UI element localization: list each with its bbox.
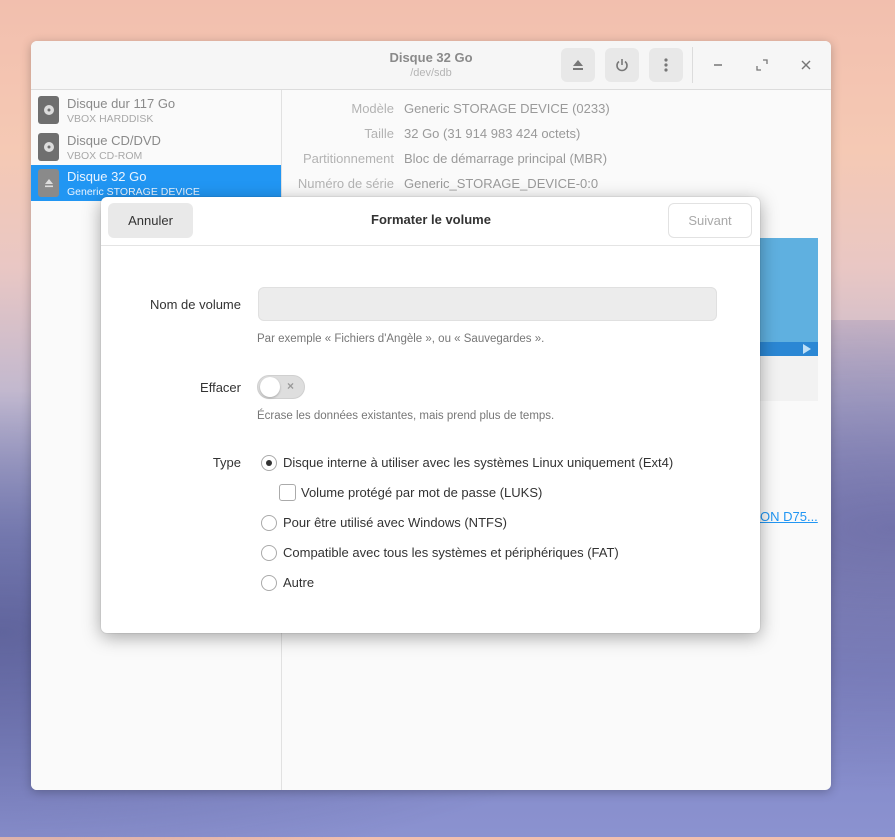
- drive-item-harddisk[interactable]: Disque dur 117 Go VBOX HARDDISK: [31, 92, 281, 128]
- dialog-title: Formater le volume: [371, 212, 491, 227]
- erase-label: Effacer: [200, 380, 241, 395]
- radio-ntfs[interactable]: [261, 515, 277, 531]
- drive-name: Disque 32 Go: [67, 169, 147, 184]
- minimize-button[interactable]: [706, 53, 730, 77]
- window-title: Disque 32 Go: [389, 50, 473, 65]
- erase-hint: Écrase les données existantes, mais pren…: [257, 410, 555, 422]
- power-icon: [616, 59, 628, 72]
- removable-drive-icon: [38, 169, 59, 197]
- drive-item-cdrom[interactable]: Disque CD/DVD VBOX CD-ROM: [31, 129, 281, 165]
- minimize-icon: [714, 64, 722, 66]
- drive-item-usb[interactable]: Disque 32 Go Generic STORAGE DEVICE: [31, 165, 281, 201]
- property-value: Generic_STORAGE_DEVICE-0:0: [404, 176, 599, 191]
- property-row: Taille 32 Go (31 914 983 424 octets): [282, 126, 831, 146]
- option-label-ntfs[interactable]: Pour être utilisé avec Windows (NTFS): [283, 515, 507, 530]
- off-cross-icon: ×: [287, 379, 295, 393]
- close-icon: [801, 60, 811, 70]
- menu-button[interactable]: [649, 48, 683, 82]
- drive-model: VBOX HARDDISK: [67, 113, 154, 125]
- property-value: Generic STORAGE DEVICE (0233): [404, 101, 610, 116]
- format-volume-dialog: Annuler Formater le volume Suivant Nom d…: [101, 197, 760, 633]
- drive-name: Disque dur 117 Go: [67, 96, 176, 111]
- property-row: Numéro de série Generic_STORAGE_DEVICE-0…: [282, 176, 831, 196]
- drive-model: VBOX CD-ROM: [67, 150, 143, 162]
- option-label-ext4[interactable]: Disque interne à utiliser avec les systè…: [283, 455, 673, 470]
- play-arrow-icon: [803, 344, 811, 354]
- property-label: Modèle: [351, 101, 394, 116]
- header-separator: [692, 47, 693, 83]
- switch-knob: [260, 377, 280, 397]
- property-label: Partitionnement: [302, 151, 394, 166]
- drive-name: Disque CD/DVD: [67, 133, 161, 148]
- header-bar: Disque 32 Go /dev/sdb: [31, 41, 831, 90]
- radio-other[interactable]: [261, 575, 277, 591]
- vertical-dots-icon: [664, 58, 668, 72]
- property-label: Numéro de série: [297, 176, 394, 191]
- cancel-button[interactable]: Annuler: [108, 203, 193, 238]
- window-subtitle: /dev/sdb: [410, 67, 452, 79]
- option-label-fat[interactable]: Compatible avec tous les systèmes et pér…: [283, 545, 619, 560]
- radio-ext4[interactable]: [261, 455, 277, 471]
- dialog-header: Annuler Formater le volume Suivant: [101, 197, 760, 246]
- option-label-other[interactable]: Autre: [283, 575, 314, 590]
- volume-name-input[interactable]: [258, 287, 717, 321]
- mount-point-link[interactable]: ON D75...: [760, 509, 818, 524]
- next-button[interactable]: Suivant: [668, 203, 752, 238]
- maximize-button[interactable]: [750, 53, 774, 77]
- optical-disc-icon: [38, 133, 59, 161]
- property-row: Partitionnement Bloc de démarrage princi…: [282, 151, 831, 171]
- type-label: Type: [212, 455, 241, 470]
- property-value: Bloc de démarrage principal (MBR): [404, 151, 608, 166]
- luks-checkbox[interactable]: [279, 484, 296, 501]
- volume-name-label: Nom de volume: [149, 297, 241, 312]
- close-button[interactable]: [794, 53, 818, 77]
- harddisk-icon: [38, 96, 59, 124]
- property-value: 32 Go (31 914 983 424 octets): [404, 126, 581, 141]
- erase-switch[interactable]: ×: [257, 375, 305, 399]
- eject-icon: [573, 60, 583, 70]
- maximize-icon: [756, 59, 768, 71]
- volume-name-hint: Par exemple « Fichiers d'Angèle », ou « …: [257, 333, 545, 345]
- property-row: Modèle Generic STORAGE DEVICE (0233): [282, 101, 831, 121]
- luks-label[interactable]: Volume protégé par mot de passe (LUKS): [301, 485, 542, 500]
- eject-button[interactable]: [561, 48, 595, 82]
- power-off-button[interactable]: [605, 48, 639, 82]
- radio-fat[interactable]: [261, 545, 277, 561]
- property-label: Taille: [364, 126, 394, 141]
